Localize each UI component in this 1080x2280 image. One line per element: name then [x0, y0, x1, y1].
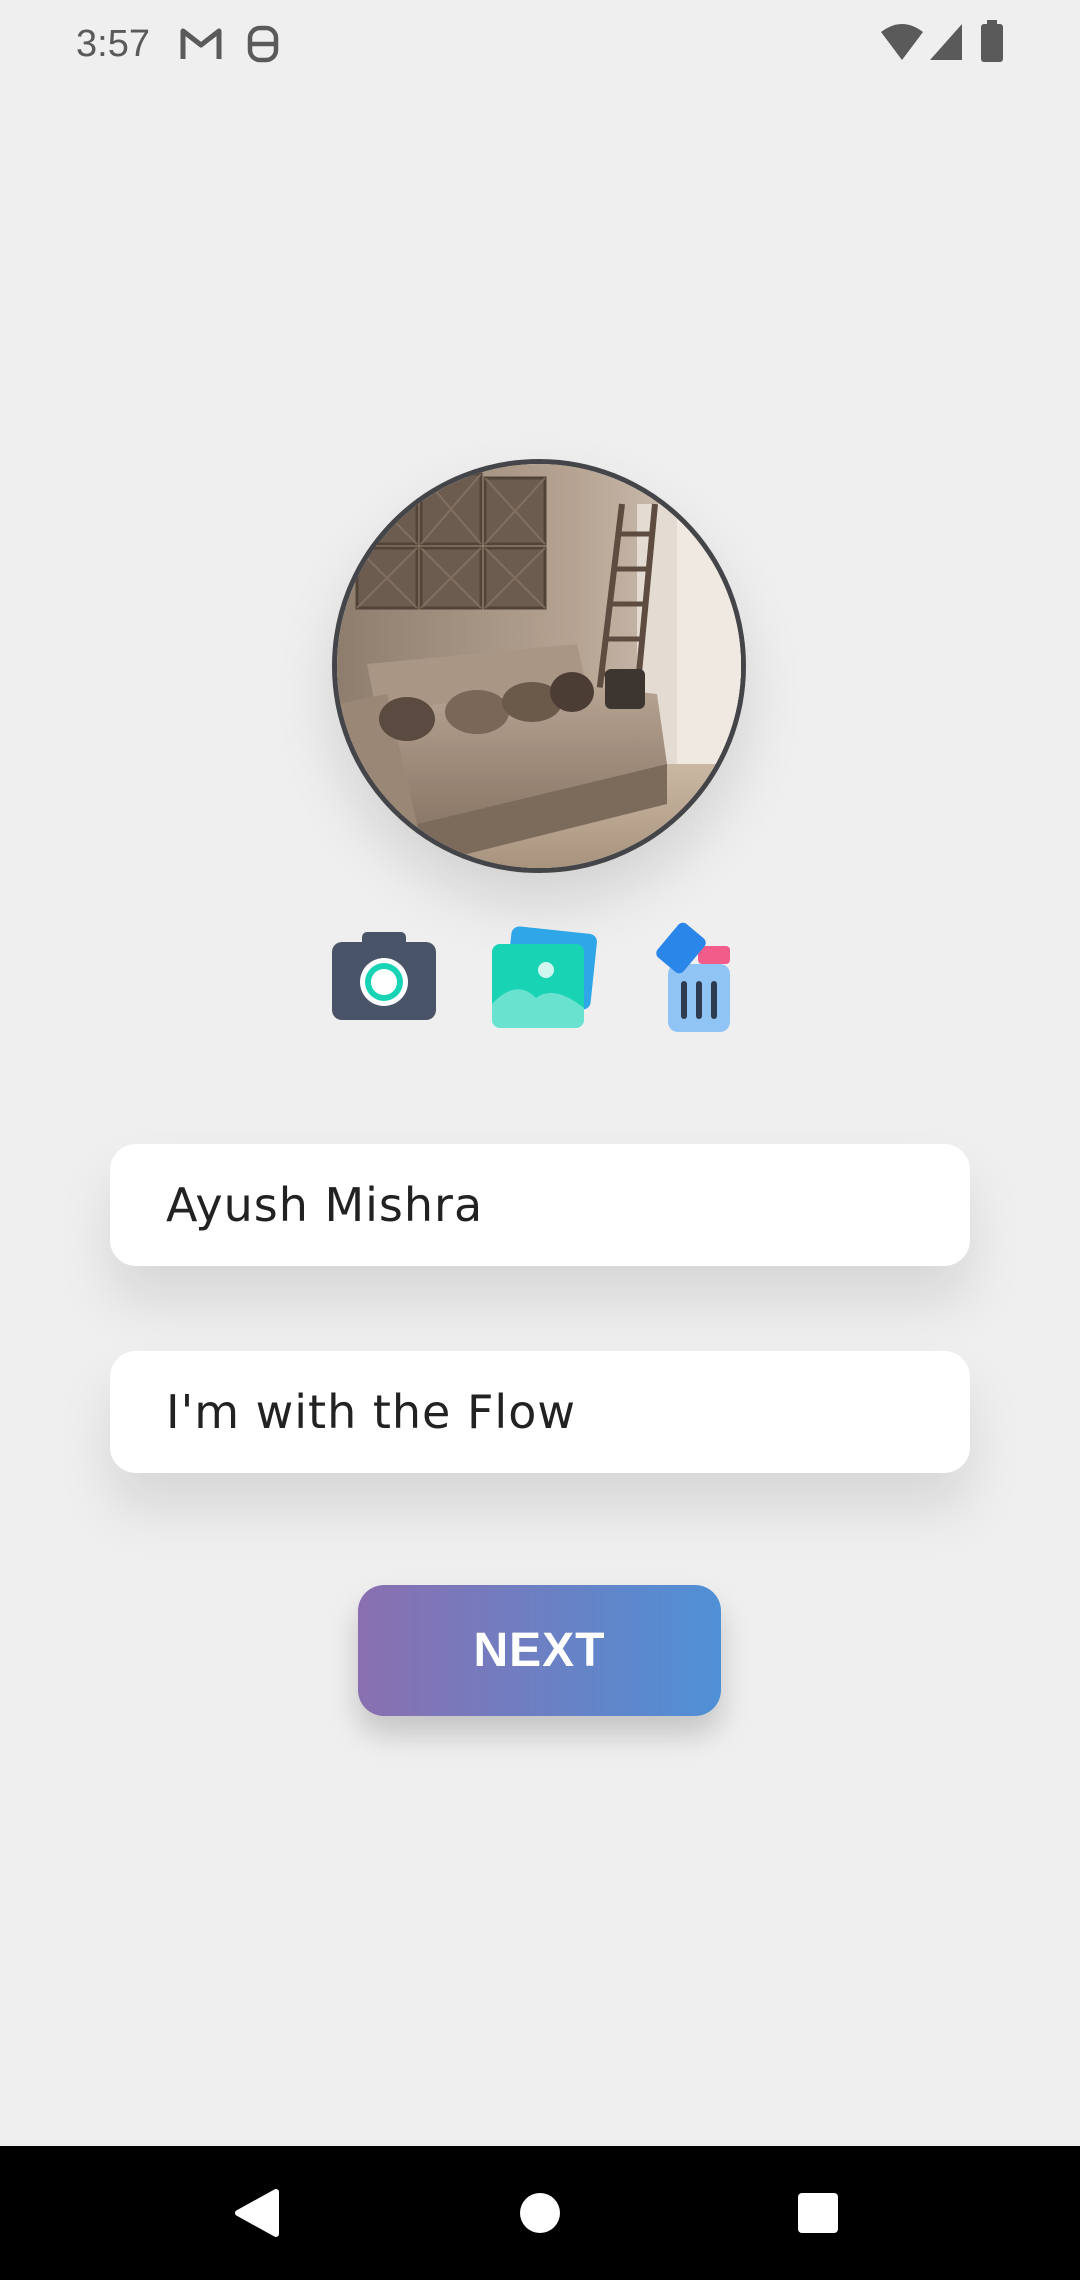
- trash-icon[interactable]: [650, 918, 770, 1038]
- gallery-icon[interactable]: [484, 918, 604, 1038]
- name-field-value: Ayush Mishra: [166, 1178, 484, 1232]
- profile-setup-screen: Ayush Mishra I'm with the Flow NEXT: [0, 0, 1080, 2146]
- name-field[interactable]: Ayush Mishra: [110, 1144, 970, 1266]
- status-field-value: I'm with the Flow: [166, 1385, 576, 1439]
- profile-photo-image: [337, 464, 741, 868]
- home-icon[interactable]: [495, 2168, 585, 2258]
- navigation-bar: [0, 2146, 1080, 2280]
- status-field[interactable]: I'm with the Flow: [110, 1351, 970, 1473]
- back-icon[interactable]: [214, 2168, 304, 2258]
- next-button-label: NEXT: [473, 1624, 606, 1677]
- profile-photo[interactable]: [332, 459, 746, 873]
- camera-icon[interactable]: [324, 918, 444, 1038]
- next-button[interactable]: NEXT: [358, 1585, 721, 1716]
- recents-icon[interactable]: [773, 2168, 863, 2258]
